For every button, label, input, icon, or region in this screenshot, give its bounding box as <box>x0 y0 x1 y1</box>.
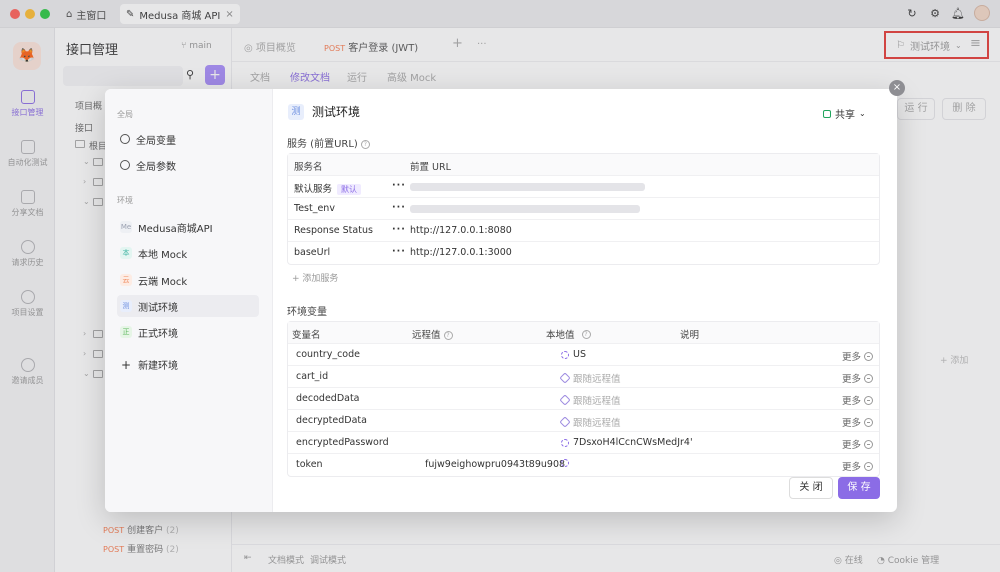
table-header: 服务名 前置 URL <box>288 154 879 176</box>
new-environment-button[interactable]: + 新建环境 <box>121 357 178 373</box>
lock-icon <box>823 109 831 118</box>
table-row[interactable]: Response Status ··· http://127.0.0.1:808… <box>288 220 879 242</box>
variables-table: 变量名 远程值? 本地值? 说明 country_code US 更多 cart… <box>287 321 880 477</box>
sync-icon[interactable] <box>561 350 569 359</box>
link-icon <box>559 416 571 428</box>
env-badge: Me <box>120 221 132 233</box>
table-row[interactable]: country_code US 更多 <box>288 344 879 366</box>
environment-modal: 全局 全局变量 全局参数 环境 Me Medusa商城API 本 本地 Mock… <box>105 89 897 512</box>
section-label-global: 全局 <box>117 110 133 119</box>
remove-icon[interactable] <box>864 373 874 383</box>
env-name[interactable]: 测试环境 <box>312 103 360 120</box>
remove-icon[interactable] <box>864 351 874 361</box>
sync-icon[interactable] <box>561 438 569 447</box>
blurred-url <box>410 205 640 213</box>
table-header: 变量名 远程值? 本地值? 说明 <box>288 322 879 344</box>
sync-icon[interactable] <box>561 459 569 467</box>
close-modal-icon[interactable]: × <box>889 80 905 96</box>
env-badge: 测 <box>288 103 304 120</box>
env-badge: 云 <box>120 274 132 286</box>
globe-icon <box>120 134 130 144</box>
table-row[interactable]: 默认服务 默认 ··· <box>288 176 879 198</box>
table-row[interactable]: baseUrl ··· http://127.0.0.1:3000 <box>288 242 879 264</box>
table-row[interactable]: token fujw9eighowpru0943t89u908 更多 <box>288 454 879 476</box>
remove-icon[interactable] <box>864 461 874 471</box>
modal-content: 测 测试环境 共享 ⌄ 服务 (前置URL)? 服务名 前置 URL 默认服务默… <box>273 89 897 512</box>
env-header: 测 测试环境 <box>288 103 360 120</box>
env-item-medusa[interactable]: Me Medusa商城API <box>117 216 259 238</box>
remove-icon[interactable] <box>864 417 874 427</box>
help-icon[interactable]: ? <box>360 139 370 149</box>
help-icon[interactable]: ? <box>581 329 591 339</box>
env-item-local-mock[interactable]: 本 本地 Mock <box>117 242 259 264</box>
env-item-cloud-mock[interactable]: 云 云端 Mock <box>117 269 259 291</box>
more-icon[interactable]: ··· <box>392 224 406 235</box>
global-params-item[interactable]: 全局参数 <box>117 154 259 176</box>
close-button[interactable]: 关 闭 <box>789 477 833 499</box>
table-row[interactable]: encryptedPassword 7DsxoH4lCcnCWsMedJr4' … <box>288 432 879 454</box>
vars-title: 环境变量 <box>287 307 327 318</box>
remove-icon[interactable] <box>864 395 874 405</box>
help-icon[interactable]: ? <box>443 331 453 340</box>
env-badge: 测 <box>120 300 132 312</box>
table-row[interactable]: decodedData 跟随远程值 更多 <box>288 388 879 410</box>
remove-icon[interactable] <box>864 439 874 449</box>
plus-icon: + <box>121 357 132 372</box>
env-badge: 正 <box>120 326 132 338</box>
globe-icon <box>120 160 130 170</box>
global-variables-item[interactable]: 全局变量 <box>117 128 259 150</box>
table-row[interactable]: cart_id 跟随远程值 更多 <box>288 366 879 388</box>
chevron-down-icon: ⌄ <box>859 109 866 118</box>
blurred-url <box>410 183 645 191</box>
more-icon[interactable]: ··· <box>392 180 406 191</box>
default-badge: 默认 <box>337 184 362 195</box>
table-row[interactable]: decryptedData 跟随远程值 更多 <box>288 410 879 432</box>
section-label-env: 环境 <box>117 196 133 205</box>
modal-sidebar: 全局 全局变量 全局参数 环境 Me Medusa商城API 本 本地 Mock… <box>105 89 273 512</box>
services-table: 服务名 前置 URL 默认服务 默认 ··· Test_env ··· Respo… <box>287 153 880 265</box>
services-title: 服务 (前置URL)? <box>287 135 370 150</box>
env-badge: 本 <box>120 247 132 259</box>
env-item-test[interactable]: 测 测试环境 <box>117 295 259 317</box>
env-item-prod[interactable]: 正 正式环境 <box>117 321 259 343</box>
more-icon[interactable]: ··· <box>392 246 406 257</box>
more-icon[interactable]: ··· <box>392 202 406 213</box>
table-row[interactable]: Test_env ··· <box>288 198 879 220</box>
link-icon <box>559 372 571 384</box>
share-dropdown[interactable]: 共享 ⌄ <box>823 106 866 121</box>
save-button[interactable]: 保 存 <box>838 477 880 499</box>
add-service-button[interactable]: + 添加服务 <box>292 271 338 284</box>
link-icon <box>559 394 571 406</box>
